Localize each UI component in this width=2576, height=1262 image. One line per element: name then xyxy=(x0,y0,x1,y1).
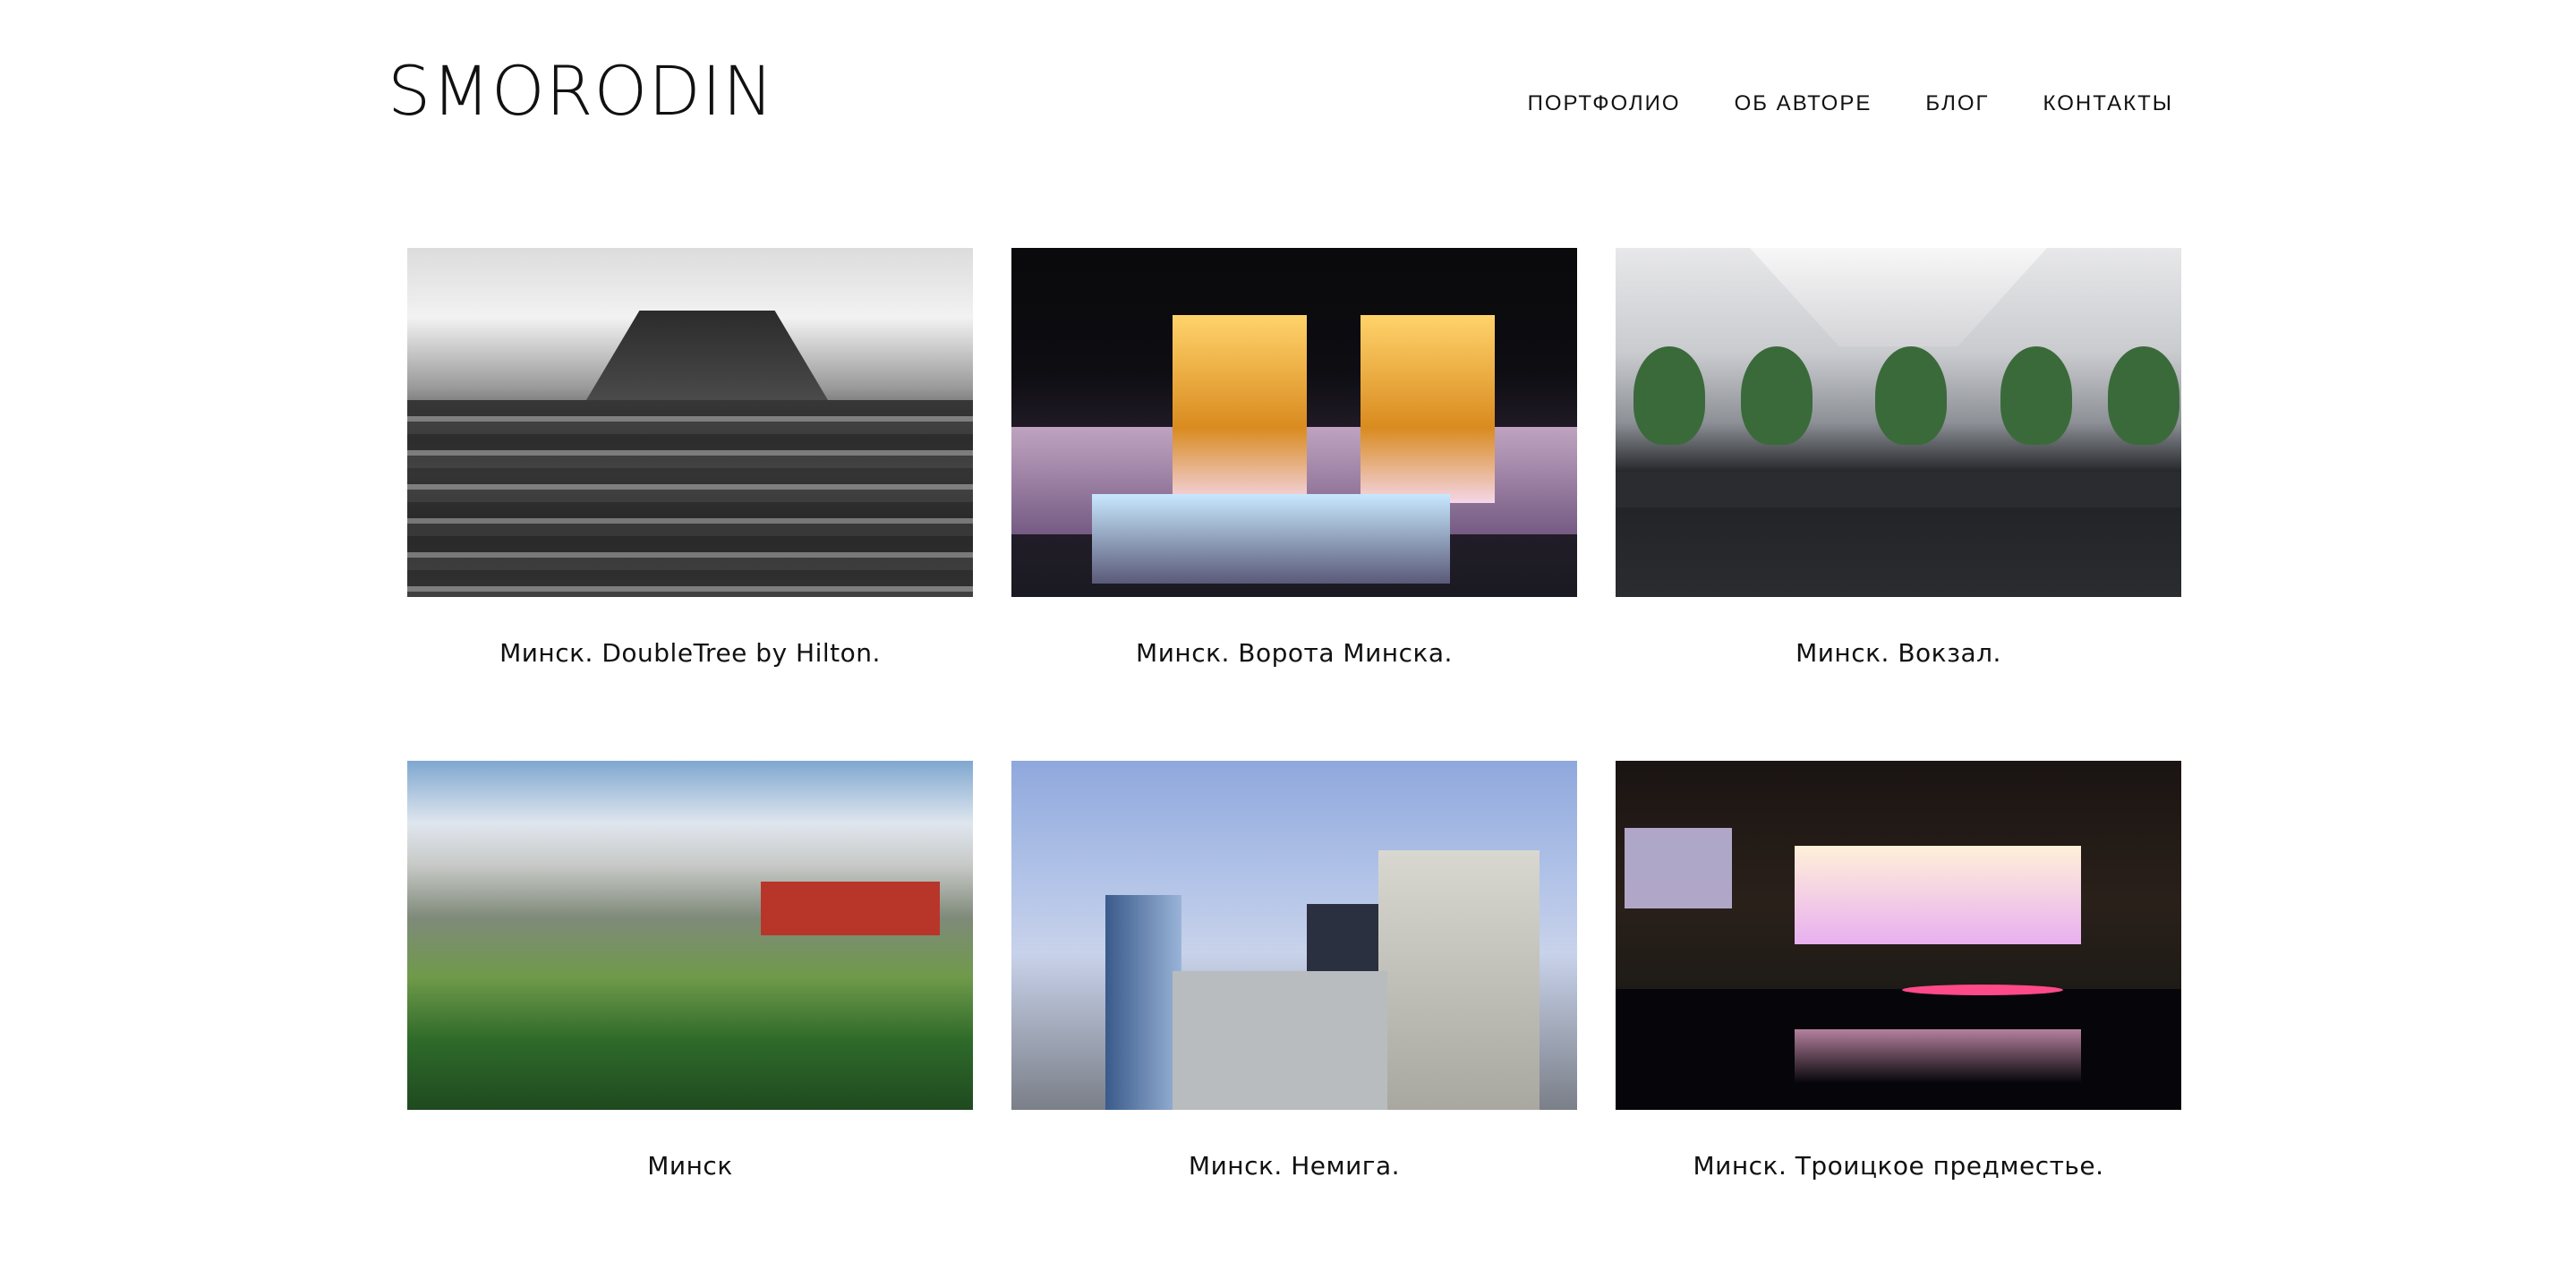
gallery-card[interactable]: Минск. Ворота Минска. xyxy=(1011,248,1577,668)
gallery-photo[interactable] xyxy=(407,248,973,597)
nav-item-portfolio[interactable]: ПОРТФОЛИО xyxy=(1528,91,1681,116)
photo-detail xyxy=(1795,846,2081,944)
photo-detail xyxy=(1625,828,1732,908)
gallery-caption[interactable]: Минск. Ворота Минска. xyxy=(1011,638,1577,668)
photo-detail xyxy=(1795,1029,2081,1083)
main-nav: ПОРТФОЛИО ОБ АВТОРЕ БЛОГ КОНТАКТЫ xyxy=(1528,86,2173,122)
gallery-photo[interactable] xyxy=(1616,248,2181,597)
photo-detail xyxy=(1361,315,1495,503)
photo-detail xyxy=(1378,850,1540,1110)
gallery-card[interactable]: Минск. Вокзал. xyxy=(1616,248,2181,668)
gallery-caption[interactable]: Минск. DoubleTree by Hilton. xyxy=(407,638,973,668)
gallery-photo[interactable] xyxy=(1011,248,1577,597)
photo-detail xyxy=(1092,494,1450,584)
gallery-photo[interactable] xyxy=(1616,761,2181,1110)
photo-detail xyxy=(1633,346,1705,445)
photo-detail xyxy=(1741,346,1813,445)
photo-detail xyxy=(1875,346,1947,445)
site-logo[interactable]: SMORODIN xyxy=(388,57,774,125)
gallery-photo[interactable] xyxy=(1011,761,1577,1110)
gallery-caption[interactable]: Минск. Троицкое предместье. xyxy=(1616,1151,2181,1181)
photo-detail xyxy=(1173,971,1387,1110)
photo-detail xyxy=(586,311,828,400)
gallery-card[interactable]: Минск. Немига. xyxy=(1011,761,1577,1181)
nav-item-about[interactable]: ОБ АВТОРЕ xyxy=(1735,91,1872,116)
photo-detail xyxy=(761,882,940,935)
photo-detail xyxy=(1902,985,2063,995)
gallery-card[interactable]: Минск. Троицкое предместье. xyxy=(1616,761,2181,1181)
gallery-caption[interactable]: Минск. Вокзал. xyxy=(1616,638,2181,668)
nav-item-contacts[interactable]: КОНТАКТЫ xyxy=(2043,91,2173,116)
gallery-caption[interactable]: Минск xyxy=(407,1151,973,1181)
photo-detail xyxy=(1616,472,2181,507)
photo-detail xyxy=(1173,315,1307,503)
gallery-card[interactable]: Минск. DoubleTree by Hilton. xyxy=(407,248,973,668)
photo-detail xyxy=(2000,346,2072,445)
site-header: SMORODIN ПОРТФОЛИО ОБ АВТОРЕ БЛОГ КОНТАК… xyxy=(0,0,2576,206)
gallery-photo[interactable] xyxy=(407,761,973,1110)
photo-detail xyxy=(1105,895,1181,1110)
gallery-caption[interactable]: Минск. Немига. xyxy=(1011,1151,1577,1181)
photo-detail xyxy=(407,400,973,597)
photo-detail xyxy=(1750,248,2047,346)
gallery-card[interactable]: Минск xyxy=(407,761,973,1181)
photo-detail xyxy=(2108,346,2179,445)
nav-item-blog[interactable]: БЛОГ xyxy=(1925,91,1989,116)
